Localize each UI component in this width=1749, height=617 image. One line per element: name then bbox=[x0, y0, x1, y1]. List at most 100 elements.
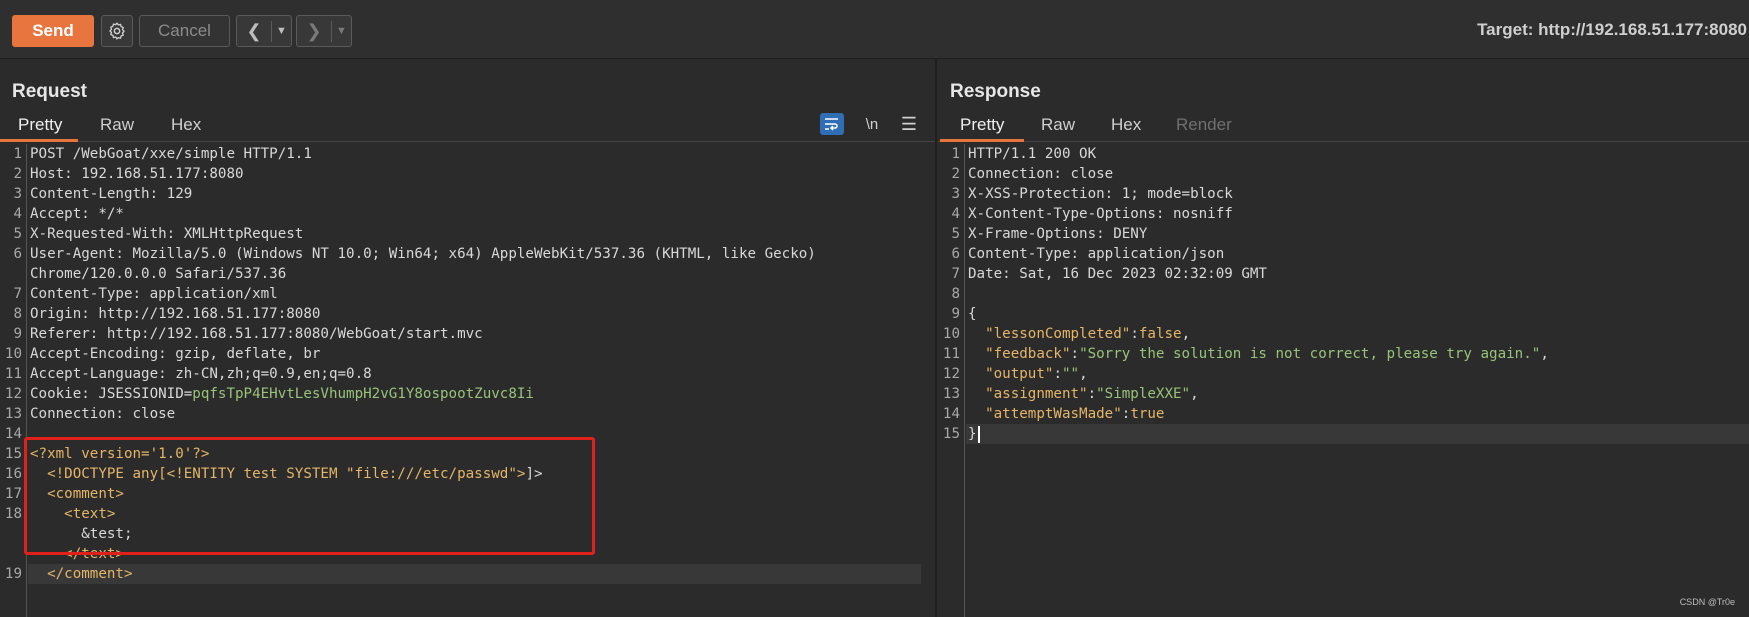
code-text: "feedback":"Sorry the solution is not co… bbox=[968, 344, 1549, 364]
text: Connection: close bbox=[968, 166, 1114, 182]
code-text: X-XSS-Protection: 1; mode=block bbox=[968, 184, 1233, 204]
line-number: 7 bbox=[13, 286, 22, 302]
code-text: } bbox=[968, 424, 980, 444]
line-number: 9 bbox=[13, 326, 22, 342]
code-text: "lessonCompleted":false, bbox=[968, 324, 1190, 344]
code-text: POST /WebGoat/xxe/simple HTTP/1.1 bbox=[30, 144, 312, 164]
chevron-left-icon[interactable]: ❮ bbox=[237, 20, 272, 42]
cookie-value: pqfsTpP4EHvtLesVhumpH2vG1Y8ospootZuvc8Ii bbox=[192, 386, 534, 402]
code-text: { bbox=[968, 304, 977, 324]
wrap-lines-icon[interactable] bbox=[820, 113, 844, 135]
header-value: application/xml bbox=[141, 286, 278, 302]
line-number: 16 bbox=[4, 466, 22, 482]
xml-tag: </comment> bbox=[47, 566, 133, 582]
json-comma: , bbox=[1540, 346, 1549, 362]
line-number: 1 bbox=[13, 146, 22, 162]
code-text: Connection: close bbox=[30, 404, 175, 424]
code-line: 13 "assignment":"SimpleXXE", bbox=[938, 384, 1749, 404]
json-value: "SimpleXXE" bbox=[1096, 386, 1191, 402]
text: X-XSS-Protection: 1; mode=block bbox=[968, 186, 1233, 202]
header-value: close bbox=[123, 406, 176, 422]
tab-raw[interactable]: Raw bbox=[100, 115, 134, 135]
tab-hex[interactable]: Hex bbox=[171, 115, 201, 135]
code-line: 4 X-Content-Type-Options: nosniff bbox=[938, 204, 1749, 224]
text: Chrome/120.0.0.0 Safari/537.36 bbox=[30, 266, 287, 282]
response-editor[interactable]: 1 HTTP/1.1 200 OK 2 Connection: close 3 X-XSS… bbox=[938, 144, 1749, 617]
code-text: Accept-Encoding: gzip, deflate, br bbox=[30, 344, 320, 364]
line-number: 13 bbox=[4, 406, 22, 422]
line-number: 8 bbox=[951, 286, 960, 302]
code-line: 11 Accept-Language: zh-CN,zh;q=0.9,en;q=0… bbox=[0, 364, 935, 384]
header-name: X-Requested-With: bbox=[30, 226, 176, 242]
code-line: 3 X-XSS-Protection: 1; mode=block bbox=[938, 184, 1749, 204]
header-value: 192.168.51.177:8080 bbox=[72, 166, 244, 182]
line-number: 3 bbox=[951, 186, 960, 202]
code-line: 5 X-Frame-Options: DENY bbox=[938, 224, 1749, 244]
line-number: 3 bbox=[13, 186, 22, 202]
line-number: 18 bbox=[4, 506, 22, 522]
text-caret bbox=[977, 425, 980, 443]
dropdown-arrow-icon[interactable]: ▼ bbox=[272, 25, 291, 37]
json-key: "output" bbox=[985, 366, 1054, 382]
json-key: "lessonCompleted" bbox=[985, 326, 1131, 342]
code-text: Content-Type: application/xml bbox=[30, 284, 278, 304]
menu-icon[interactable]: ☰ bbox=[898, 113, 920, 135]
back-nav-group[interactable]: ❮ ▼ bbox=[236, 15, 292, 47]
settings-gear-icon bbox=[109, 22, 125, 40]
line-number: 5 bbox=[13, 226, 22, 242]
send-button[interactable]: Send bbox=[12, 15, 94, 47]
code-text: Date: Sat, 16 Dec 2023 02:32:09 GMT bbox=[968, 264, 1267, 284]
code-text: Origin: http://192.168.51.177:8080 bbox=[30, 304, 320, 324]
json-key: "attemptWasMade" bbox=[985, 406, 1122, 422]
newline-toggle[interactable]: \n bbox=[861, 113, 883, 135]
text: X-Frame-Options: DENY bbox=[968, 226, 1148, 242]
code-line: 2 Host: 192.168.51.177:8080 bbox=[0, 164, 935, 184]
code-text: X-Frame-Options: DENY bbox=[968, 224, 1147, 244]
code-line: 8 bbox=[938, 284, 1749, 304]
cancel-button[interactable]: Cancel bbox=[139, 15, 230, 47]
line-number: 5 bbox=[951, 226, 960, 242]
settings-button[interactable] bbox=[101, 15, 133, 47]
tab-pretty[interactable]: Pretty bbox=[18, 115, 62, 135]
line-number: 17 bbox=[4, 486, 22, 502]
code-text: X-Content-Type-Options: nosniff bbox=[968, 204, 1233, 224]
json-colon: : bbox=[1070, 346, 1080, 362]
text: X-Content-Type-Options: nosniff bbox=[968, 206, 1233, 222]
line-number: 9 bbox=[951, 306, 960, 322]
chevron-right-icon[interactable]: ❯ bbox=[297, 20, 332, 42]
line-number: 7 bbox=[951, 266, 960, 282]
header-value: zh-CN,zh;q=0.9,en;q=0.8 bbox=[166, 366, 372, 382]
forward-nav-group[interactable]: ❯ ▼ bbox=[296, 15, 352, 47]
json-colon: : bbox=[1130, 326, 1139, 342]
code-text: "attemptWasMade":true bbox=[968, 404, 1164, 424]
json-comma: , bbox=[1079, 366, 1088, 382]
code-text: "assignment":"SimpleXXE", bbox=[968, 384, 1199, 404]
header-value: */* bbox=[89, 206, 124, 222]
json-comma: , bbox=[1181, 326, 1191, 342]
tab-render[interactable]: Render bbox=[1176, 115, 1232, 135]
header-value: JSESSIONID= bbox=[89, 386, 193, 402]
line-number: 12 bbox=[4, 386, 22, 402]
code-line: 4 Accept: */* bbox=[0, 204, 935, 224]
line-number: 10 bbox=[942, 326, 960, 342]
header-name: Accept: bbox=[30, 206, 90, 222]
json-value: "" bbox=[1061, 366, 1080, 382]
toolbar: Send Cancel ❮ ▼ ❯ ▼ Target: http://192.1… bbox=[0, 0, 1749, 59]
target-label[interactable]: Target: http://192.168.51.177:8080 bbox=[1477, 20, 1747, 40]
line-number: 11 bbox=[942, 346, 960, 362]
tab-pretty[interactable]: Pretty bbox=[960, 115, 1004, 135]
text: Date: Sat, 16 Dec 2023 02:32:09 GMT bbox=[968, 266, 1267, 282]
header-name: Origin: bbox=[30, 306, 90, 322]
text: POST /WebGoat/xxe/simple HTTP/1.1 bbox=[30, 146, 312, 162]
header-value: 129 bbox=[158, 186, 193, 202]
tab-hex[interactable]: Hex bbox=[1111, 115, 1141, 135]
highlight-annotation-box bbox=[24, 437, 595, 555]
line-number: 15 bbox=[4, 446, 22, 462]
code-line: 3 Content-Length: 129 bbox=[0, 184, 935, 204]
request-title: Request bbox=[12, 81, 87, 102]
dropdown-arrow-icon[interactable]: ▼ bbox=[332, 25, 351, 37]
tab-raw[interactable]: Raw bbox=[1041, 115, 1075, 135]
